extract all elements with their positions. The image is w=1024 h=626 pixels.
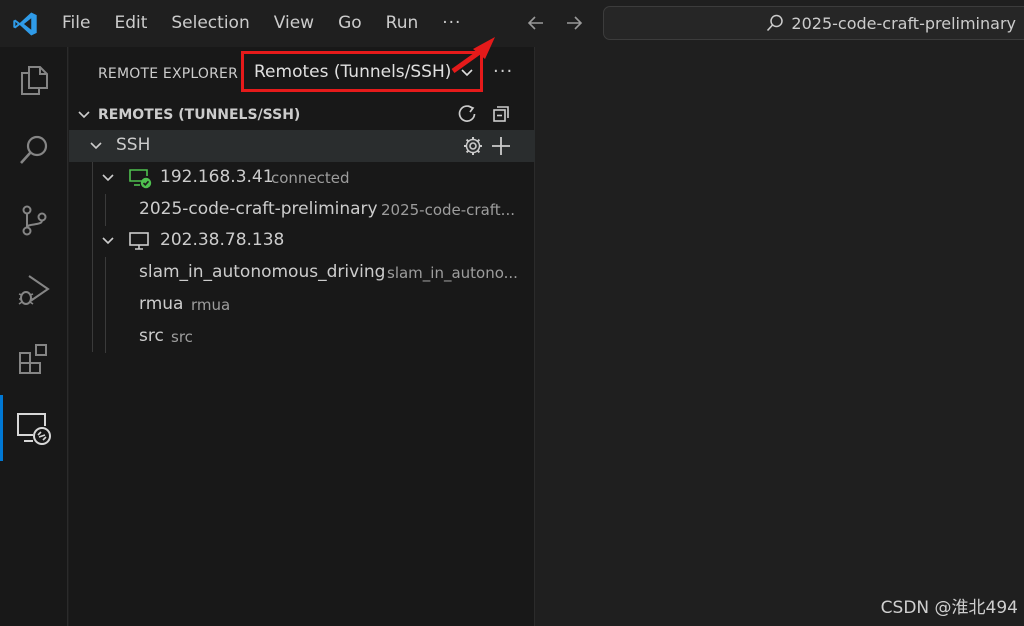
settings-gear-icon[interactable] [462, 135, 484, 161]
folder-path: rmua [191, 296, 231, 314]
chevron-down-icon [100, 170, 116, 190]
chevron-down-icon [88, 138, 104, 158]
back-arrow-icon[interactable] [522, 9, 550, 37]
remotes-view-dropdown[interactable]: Remotes (Tunnels/SSH) [241, 51, 483, 92]
tree-folder-row[interactable]: src src [69, 321, 535, 353]
remote-explorer-icon[interactable] [0, 395, 68, 461]
navigation-arrows [522, 9, 588, 37]
monitor-icon [128, 231, 150, 257]
command-center[interactable]: 2025-code-craft-preliminary [603, 6, 1024, 40]
host-name: 192.168.3.41 [160, 167, 274, 187]
folder-name: slam_in_autonomous_driving [139, 262, 386, 282]
chevron-down-icon [76, 107, 92, 127]
sidebar-header: REMOTE EXPLORER Remotes (Tunnels/SSH) ··… [69, 37, 535, 99]
folder-path: src [171, 328, 193, 346]
folder-path: 2025-code-craft... [381, 201, 515, 219]
folder-path: slam_in_autono... [387, 264, 518, 282]
search-view-icon[interactable] [0, 117, 68, 183]
section-title: REMOTES (TUNNELS/SSH) [98, 107, 301, 123]
vscode-logo-icon [0, 0, 50, 47]
add-host-icon[interactable] [490, 135, 512, 161]
menu-run[interactable]: Run [374, 0, 431, 47]
indent-guide [105, 194, 106, 226]
folder-name: 2025-code-craft-preliminary [139, 199, 378, 219]
tree-folder-row[interactable]: slam_in_autonomous_driving slam_in_auton… [69, 257, 535, 289]
chevron-down-icon [100, 233, 116, 253]
folder-name: rmua [139, 294, 184, 314]
menu-go[interactable]: Go [326, 0, 374, 47]
connected-monitor-icon [128, 168, 152, 194]
tree-folder-row[interactable]: 2025-code-craft-preliminary 2025-code-cr… [69, 194, 535, 226]
host-status: connected [271, 169, 350, 187]
title-bar: File Edit Selection View Go Run ··· 2025… [0, 0, 1024, 47]
refresh-icon[interactable] [456, 103, 478, 129]
sidebar-title: REMOTE EXPLORER [98, 66, 239, 82]
menu-bar: File Edit Selection View Go Run ··· [50, 0, 473, 47]
indent-guide [92, 162, 93, 352]
tree-host-row[interactable]: 202.38.78.138 [69, 225, 535, 257]
forward-arrow-icon[interactable] [560, 9, 588, 37]
extensions-icon[interactable] [0, 327, 68, 393]
section-header-remotes[interactable]: REMOTES (TUNNELS/SSH) [69, 99, 535, 129]
source-control-icon[interactable] [0, 187, 68, 253]
collapse-all-icon[interactable] [491, 104, 511, 128]
folder-name: src [139, 326, 164, 346]
menu-view[interactable]: View [262, 0, 326, 47]
run-debug-icon[interactable] [0, 257, 68, 323]
remote-explorer-sidebar: REMOTE EXPLORER Remotes (Tunnels/SSH) ··… [69, 37, 535, 626]
tree-group-ssh[interactable]: SSH [69, 130, 535, 162]
indent-guide [105, 257, 106, 353]
menu-file[interactable]: File [50, 0, 102, 47]
tree-folder-row[interactable]: rmua rmua [69, 289, 535, 321]
tree-host-row[interactable]: 192.168.3.41 connected [69, 162, 535, 194]
menu-edit[interactable]: Edit [102, 0, 159, 47]
menu-selection[interactable]: Selection [159, 0, 261, 47]
editor-area [536, 47, 1024, 626]
host-name: 202.38.78.138 [160, 230, 285, 250]
activity-bar [0, 47, 68, 626]
watermark-text: CSDN @淮北494 [880, 598, 1018, 618]
dropdown-label: Remotes (Tunnels/SSH) [254, 61, 452, 82]
command-center-text: 2025-code-craft-preliminary [791, 13, 1016, 33]
group-label: SSH [116, 135, 151, 155]
sidebar-more-actions-button[interactable]: ··· [493, 61, 513, 82]
search-icon [765, 13, 785, 33]
explorer-icon[interactable] [0, 47, 68, 113]
